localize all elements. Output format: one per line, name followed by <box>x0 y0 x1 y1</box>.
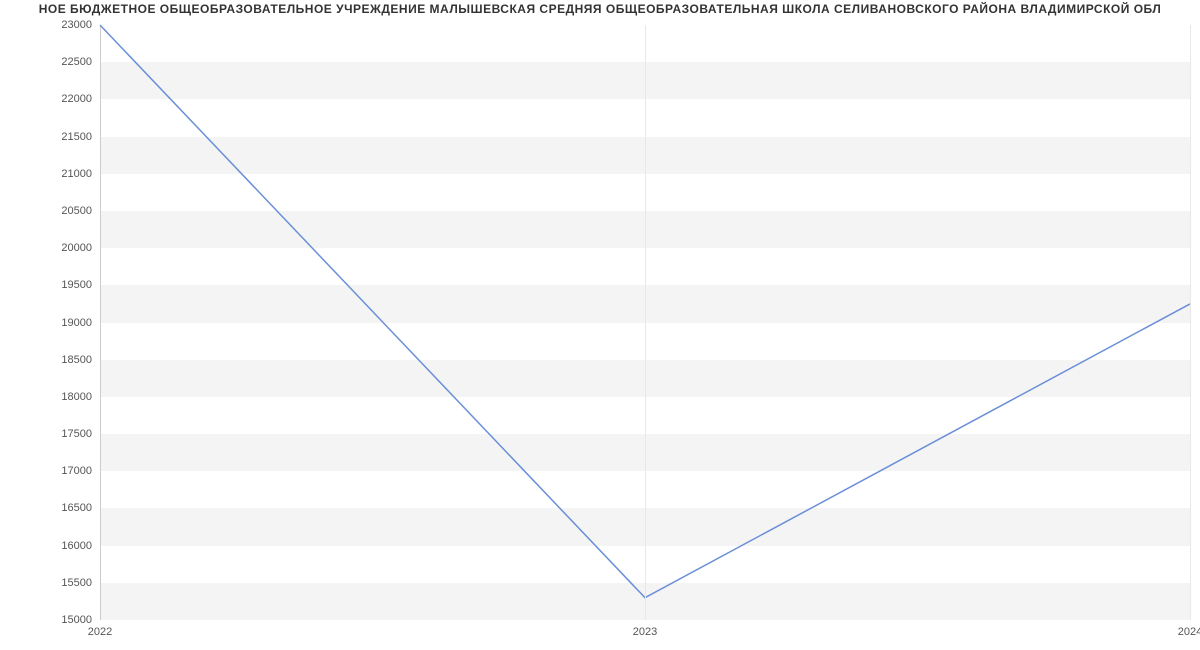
y-tick-label: 22500 <box>61 56 92 68</box>
x-tick-label: 2023 <box>633 626 657 638</box>
chart-container: НОЕ БЮДЖЕТНОЕ ОБЩЕОБРАЗОВАТЕЛЬНОЕ УЧРЕЖД… <box>0 0 1200 650</box>
x-gridline <box>1190 25 1191 620</box>
y-tick-label: 15500 <box>61 577 92 589</box>
y-tick-label: 18000 <box>61 391 92 403</box>
y-tick-label: 21500 <box>61 131 92 143</box>
y-tick-label: 15000 <box>61 614 92 626</box>
x-tick-label: 2022 <box>88 626 112 638</box>
y-tick-label: 16500 <box>61 502 92 514</box>
y-tick-label: 23000 <box>61 19 92 31</box>
chart-title: НОЕ БЮДЖЕТНОЕ ОБЩЕОБРАЗОВАТЕЛЬНОЕ УЧРЕЖД… <box>0 2 1200 16</box>
y-tick-label: 20500 <box>61 205 92 217</box>
y-tick-label: 21000 <box>61 168 92 180</box>
y-tick-label: 19500 <box>61 279 92 291</box>
y-tick-label: 17000 <box>61 465 92 477</box>
x-tick-label: 2024 <box>1178 626 1200 638</box>
plot-area: 1500015500160001650017000175001800018500… <box>100 25 1190 620</box>
y-tick-label: 16000 <box>61 540 92 552</box>
y-tick-label: 18500 <box>61 354 92 366</box>
y-tick-label: 22000 <box>61 93 92 105</box>
y-tick-label: 20000 <box>61 242 92 254</box>
x-gridline <box>645 25 646 620</box>
y-tick-label: 17500 <box>61 428 92 440</box>
y-tick-label: 19000 <box>61 317 92 329</box>
